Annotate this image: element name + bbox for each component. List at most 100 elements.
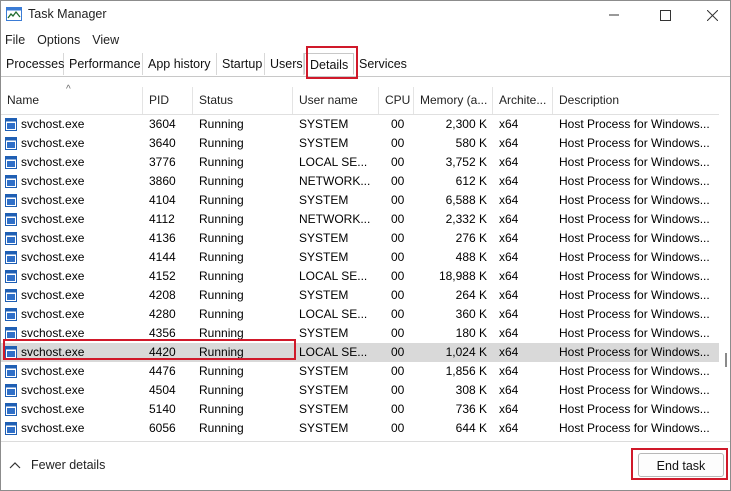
- tab-startup[interactable]: Startup: [217, 53, 265, 75]
- table-row[interactable]: svchost.exe 4356 Running SYSTEM 00 180 K x64 Ho…: [1, 324, 719, 343]
- cell-architecture: x64: [499, 307, 519, 321]
- menu-options[interactable]: Options: [33, 31, 84, 49]
- tab-app-history[interactable]: App history: [143, 53, 217, 75]
- column-header-status[interactable]: Status: [193, 87, 293, 114]
- column-header-pid[interactable]: PID: [143, 87, 193, 114]
- process-window-icon: [5, 156, 17, 169]
- column-header-memory[interactable]: Memory (a...: [414, 87, 493, 114]
- cell-description: Host Process for Windows...: [559, 212, 710, 226]
- cell-memory: 644 K: [455, 421, 487, 435]
- process-window-icon: [5, 365, 17, 378]
- table-row[interactable]: svchost.exe 3640 Running SYSTEM 00 580 K x64 Ho…: [1, 134, 719, 153]
- end-task-button[interactable]: End task: [638, 453, 724, 477]
- task-manager-window: Task Manager File Options View Processes…: [0, 0, 731, 491]
- fewer-details-button[interactable]: Fewer details: [9, 458, 105, 472]
- cell-name: svchost.exe: [21, 231, 85, 245]
- cell-status: Running: [199, 326, 244, 340]
- table-row[interactable]: svchost.exe 3776 Running LOCAL SE... 00 3,752…: [1, 153, 719, 172]
- table-row[interactable]: svchost.exe 4144 Running SYSTEM 00 488 K x64 Ho…: [1, 248, 719, 267]
- cell-status: Running: [199, 269, 244, 283]
- cell-architecture: x64: [499, 250, 519, 264]
- cell-architecture: x64: [499, 402, 519, 416]
- cell-status: Running: [199, 383, 244, 397]
- cell-architecture: x64: [499, 231, 519, 245]
- cell-user-name: SYSTEM: [299, 326, 349, 340]
- table-row[interactable]: svchost.exe 6056 Running SYSTEM 00 644 K x64 Ho…: [1, 419, 719, 438]
- cell-description: Host Process for Windows...: [559, 136, 710, 150]
- column-header-description[interactable]: Description: [553, 87, 719, 114]
- cell-architecture: x64: [499, 174, 519, 188]
- cell-memory: 612 K: [455, 174, 487, 188]
- cell-user-name: NETWORK...: [299, 174, 371, 188]
- table-row[interactable]: svchost.exe 4420 Running LOCAL SE... 00 1,024…: [1, 343, 719, 362]
- cell-pid: 4504: [149, 383, 176, 397]
- table-row[interactable]: svchost.exe 4136 Running SYSTEM 00 276 K x64 Ho…: [1, 229, 719, 248]
- menu-file[interactable]: File: [1, 31, 29, 49]
- tab-performance[interactable]: Performance: [64, 53, 143, 75]
- cell-pid: 6056: [149, 421, 176, 435]
- cell-cpu: 00: [391, 155, 405, 169]
- cell-name: svchost.exe: [21, 174, 85, 188]
- cell-name: svchost.exe: [21, 402, 85, 416]
- cell-description: Host Process for Windows...: [559, 326, 710, 340]
- tab-details[interactable]: Details: [304, 53, 354, 75]
- cell-name: svchost.exe: [21, 155, 85, 169]
- cell-architecture: x64: [499, 326, 519, 340]
- cell-pid: 4420: [149, 345, 176, 359]
- cell-memory: 2,332 K: [445, 212, 487, 226]
- cell-memory: 180 K: [455, 326, 487, 340]
- cell-status: Running: [199, 117, 244, 131]
- table-row[interactable]: svchost.exe 4208 Running SYSTEM 00 264 K x64 Ho…: [1, 286, 719, 305]
- cell-name: svchost.exe: [21, 383, 85, 397]
- table-row[interactable]: svchost.exe 5140 Running SYSTEM 00 736 K x64 Ho…: [1, 400, 719, 419]
- close-button[interactable]: [689, 1, 730, 29]
- cell-status: Running: [199, 193, 244, 207]
- vertical-scrollbar[interactable]: [719, 115, 730, 439]
- column-header-user-name[interactable]: User name: [293, 87, 379, 114]
- cell-cpu: 00: [391, 250, 405, 264]
- cell-description: Host Process for Windows...: [559, 193, 710, 207]
- process-window-icon: [5, 289, 17, 302]
- table-row[interactable]: svchost.exe 3604 Running SYSTEM 00 2,300 K x64…: [1, 115, 719, 134]
- cell-cpu: 00: [391, 288, 405, 302]
- scrollbar-thumb[interactable]: [725, 353, 727, 367]
- cell-status: Running: [199, 250, 244, 264]
- cell-user-name: NETWORK...: [299, 212, 371, 226]
- cell-architecture: x64: [499, 212, 519, 226]
- table-row[interactable]: svchost.exe 4476 Running SYSTEM 00 1,856 K x64…: [1, 362, 719, 381]
- table-row[interactable]: svchost.exe 4104 Running SYSTEM 00 6,588 K x64…: [1, 191, 719, 210]
- cell-cpu: 00: [391, 326, 405, 340]
- cell-cpu: 00: [391, 307, 405, 321]
- column-header-cpu[interactable]: CPU: [379, 87, 414, 114]
- cell-name: svchost.exe: [21, 421, 85, 435]
- process-window-icon: [5, 327, 17, 340]
- cell-pid: 4112: [149, 212, 175, 226]
- cell-architecture: x64: [499, 364, 519, 378]
- column-header-name[interactable]: Name: [1, 87, 143, 114]
- cell-description: Host Process for Windows...: [559, 364, 710, 378]
- chevron-up-icon: [9, 462, 21, 469]
- minimize-button[interactable]: [591, 1, 637, 29]
- table-row[interactable]: svchost.exe 4280 Running LOCAL SE... 00 360 K…: [1, 305, 719, 324]
- tab-processes[interactable]: Processes: [1, 53, 64, 75]
- process-window-icon: [5, 213, 17, 226]
- cell-architecture: x64: [499, 136, 519, 150]
- maximize-icon: [659, 9, 671, 21]
- tab-services[interactable]: Services: [354, 53, 407, 75]
- cell-pid: 4356: [149, 326, 176, 340]
- cell-architecture: x64: [499, 117, 519, 131]
- column-header-architecture[interactable]: Archite...: [493, 87, 553, 114]
- cell-pid: 4104: [149, 193, 176, 207]
- cell-description: Host Process for Windows...: [559, 269, 710, 283]
- maximize-button[interactable]: [642, 1, 688, 29]
- cell-status: Running: [199, 364, 244, 378]
- menu-view[interactable]: View: [88, 31, 123, 49]
- cell-cpu: 00: [391, 421, 405, 435]
- table-body: svchost.exe 3604 Running SYSTEM 00 2,300 K x64…: [1, 115, 719, 438]
- tab-users[interactable]: Users: [265, 53, 304, 75]
- table-row[interactable]: svchost.exe 4152 Running LOCAL SE... 00 18,98…: [1, 267, 719, 286]
- table-row[interactable]: svchost.exe 4112 Running NETWORK... 00 2,332 …: [1, 210, 719, 229]
- table-row[interactable]: svchost.exe 4504 Running SYSTEM 00 308 K x64 Ho…: [1, 381, 719, 400]
- table-row[interactable]: svchost.exe 3860 Running NETWORK... 00 612 K x…: [1, 172, 719, 191]
- cell-memory: 264 K: [455, 288, 487, 302]
